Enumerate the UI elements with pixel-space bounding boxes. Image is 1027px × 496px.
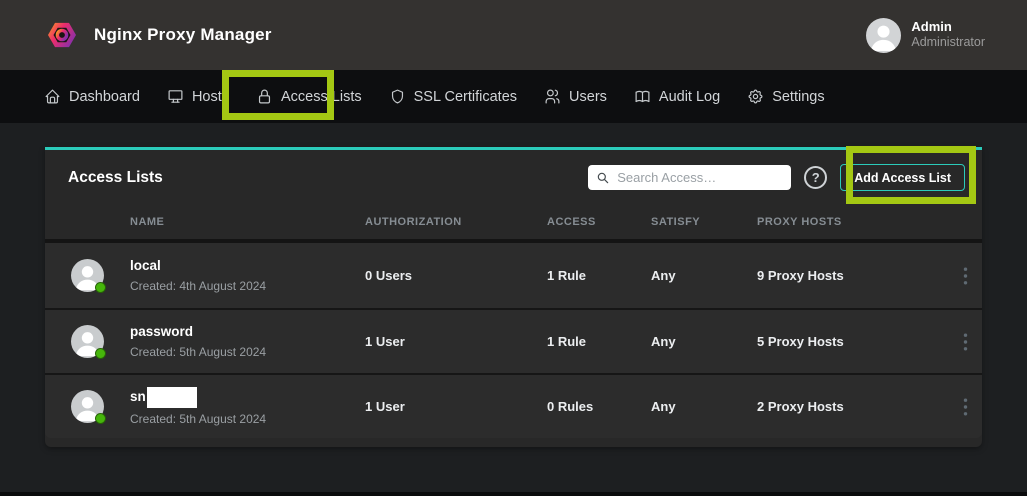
user-role: Administrator (911, 35, 985, 51)
row-actions-menu-button[interactable] (949, 243, 982, 308)
column-header-authorization: AUTHORIZATION (365, 216, 547, 228)
home-icon (44, 88, 61, 105)
nav-item-settings[interactable]: Settings (747, 88, 824, 105)
user-menu[interactable]: Admin Administrator (866, 18, 985, 53)
access-value: 1 Rule (547, 334, 651, 349)
proxy-hosts-value: 5 Proxy Hosts (757, 334, 949, 349)
access-value: 0 Rules (547, 399, 651, 414)
authorization-value: 1 User (365, 334, 547, 349)
user-avatar (866, 18, 901, 53)
shield-icon (389, 88, 406, 105)
search-icon (596, 171, 610, 185)
access-list-name: local (130, 258, 266, 274)
panel-header: Access Lists ? Add Access List (45, 150, 982, 205)
search-input[interactable] (617, 170, 783, 185)
monitor-icon (167, 88, 184, 105)
nav-label: Users (569, 89, 607, 105)
column-header-name: NAME (45, 216, 365, 228)
users-icon (544, 88, 561, 105)
table-row[interactable]: password Created: 5th August 2024 1 User… (45, 308, 982, 373)
access-value: 1 Rule (547, 268, 651, 283)
table-row[interactable]: sn Created: 5th August 2024 1 User 0 Rul… (45, 373, 982, 438)
satisfy-value: Any (651, 334, 757, 349)
avatar (71, 325, 104, 358)
nav-item-audit-log[interactable]: Audit Log (634, 88, 720, 105)
authorization-value: 1 User (365, 399, 547, 414)
app-header: Nginx Proxy Manager Admin Administrator (0, 0, 1027, 70)
nav-item-users[interactable]: Users (544, 88, 607, 105)
proxy-hosts-value: 9 Proxy Hosts (757, 268, 949, 283)
name-cell: local Created: 4th August 2024 (45, 258, 365, 292)
page-title: Access Lists (68, 169, 163, 187)
row-actions-menu-button[interactable] (949, 310, 982, 373)
avatar (71, 390, 104, 423)
created-date: Created: 4th August 2024 (130, 279, 266, 293)
nav-label: Settings (772, 89, 824, 105)
question-mark-icon: ? (812, 170, 820, 185)
row-actions-menu-button[interactable] (949, 375, 982, 438)
column-header-proxy-hosts: PROXY HOSTS (757, 216, 949, 228)
user-text: Admin Administrator (911, 19, 985, 51)
nav-label: Hosts (192, 89, 229, 105)
book-icon (634, 88, 651, 105)
table-row[interactable]: local Created: 4th August 2024 0 Users 1… (45, 243, 982, 308)
user-name: Admin (911, 19, 985, 35)
name-cell: sn Created: 5th August 2024 (45, 387, 365, 426)
satisfy-value: Any (651, 399, 757, 414)
gear-icon (747, 88, 764, 105)
name-cell: password Created: 5th August 2024 (45, 324, 365, 358)
app-logo-icon (46, 19, 78, 51)
bottom-strip (0, 492, 1027, 496)
main-nav: Dashboard Hosts Access Lists SSL Certifi… (0, 70, 1027, 123)
nav-item-hosts[interactable]: Hosts (167, 88, 229, 105)
nav-item-dashboard[interactable]: Dashboard (44, 88, 140, 105)
lock-icon (256, 88, 273, 105)
column-header-satisfy: SATISFY (651, 216, 757, 228)
nav-item-access-lists[interactable]: Access Lists (256, 88, 362, 105)
created-date: Created: 5th August 2024 (130, 412, 266, 426)
access-lists-panel: Access Lists ? Add Access List NAME AUTH… (45, 147, 982, 447)
nav-label: Audit Log (659, 89, 720, 105)
access-list-name: sn (130, 387, 266, 408)
table-header: NAME AUTHORIZATION ACCESS SATISFY PROXY … (45, 205, 982, 243)
satisfy-value: Any (651, 268, 757, 283)
avatar (71, 259, 104, 292)
created-date: Created: 5th August 2024 (130, 345, 266, 359)
app-title: Nginx Proxy Manager (94, 25, 272, 45)
authorization-value: 0 Users (365, 268, 547, 283)
proxy-hosts-value: 2 Proxy Hosts (757, 399, 949, 414)
nav-item-ssl-certificates[interactable]: SSL Certificates (389, 88, 517, 105)
nav-label: SSL Certificates (414, 89, 517, 105)
online-status-dot (95, 413, 106, 424)
column-header-access: ACCESS (547, 216, 651, 228)
nav-label: Access Lists (281, 89, 362, 105)
search-box (588, 165, 791, 190)
access-list-name: password (130, 324, 266, 340)
redaction-box (147, 387, 197, 408)
online-status-dot (95, 282, 106, 293)
nav-label: Dashboard (69, 89, 140, 105)
online-status-dot (95, 348, 106, 359)
add-access-list-button[interactable]: Add Access List (840, 164, 965, 191)
screen: Nginx Proxy Manager Admin Administrator … (0, 0, 1027, 496)
help-button[interactable]: ? (804, 166, 827, 189)
brand: Nginx Proxy Manager (46, 19, 272, 51)
panel-controls: ? Add Access List (588, 164, 965, 191)
